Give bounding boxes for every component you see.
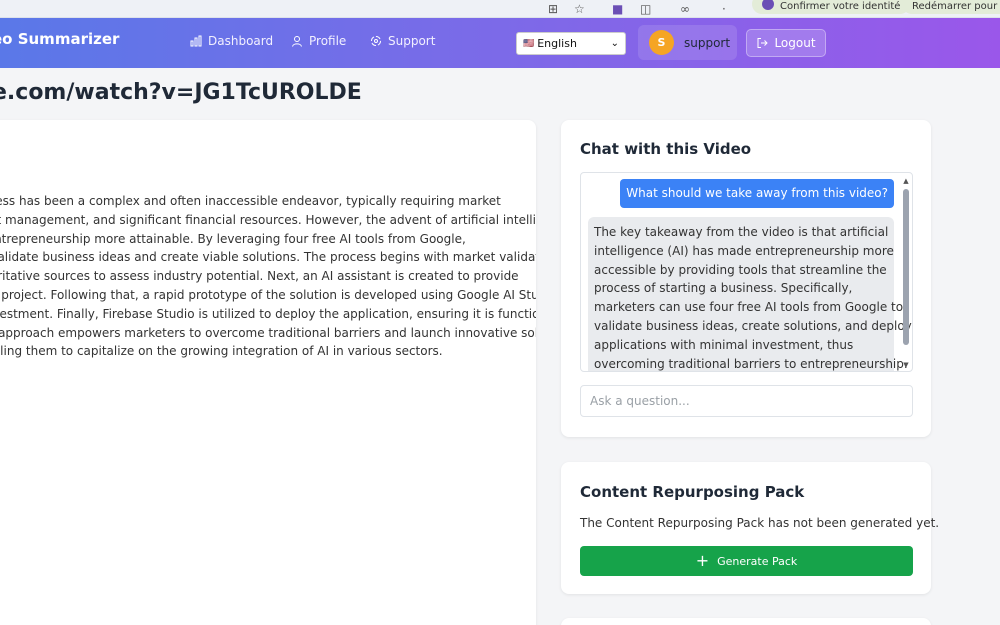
nav-support[interactable]: Support [370,34,435,48]
summary-line: data from authoritative sources to asses… [0,269,519,284]
user-name: support [684,35,731,50]
avatar: S [649,30,674,55]
scroll-thumb[interactable] [903,189,909,345]
scroll-down-icon[interactable]: ▼ [902,361,910,369]
summary-card: Starting a business has been a complex a… [0,120,536,625]
summary-line: guidance on the project. Following that,… [0,287,536,302]
nav-profile-label: Profile [309,34,347,48]
summary-line: accessible. This approach empowers marke… [0,325,536,340]
nav-dashboard[interactable]: Dashboard [190,34,273,48]
profile-dot-icon [762,0,774,10]
extension-puzzle-icon[interactable]: ◫ [640,1,651,17]
plus-icon: + [695,551,710,570]
bot-message: The key takeaway from the video is that … [588,217,912,371]
bot-message-line: intelligence (AI) has made entrepreneurs… [594,243,894,258]
logout-label: Logout [774,36,816,50]
chat-title: Chat with this Video [580,140,752,158]
summary-line: marketers can validate business ideas an… [0,250,536,265]
language-selected: English [537,37,577,50]
repurpose-card: Content Repurposing Pack The Content Rep… [561,462,939,594]
bot-message-line: process of starting a business. Specific… [594,281,853,296]
bot-message-line: applications with minimal investment, th… [594,337,854,352]
summary-line: (AI) is making entrepreneurship more att… [0,231,466,246]
repurpose-status: The Content Repurposing Pack has not bee… [580,516,940,530]
identity-pill[interactable]: Confirmer votre identité [752,0,911,14]
generate-pack-label: Generate Pack [717,554,798,568]
app-header: eo Summarizer Dashboard Profile Support [0,18,1000,68]
page-title: e.com/watch?v=JG1TcUROLDE [0,80,362,105]
us-flag-icon: 🇺🇸 [523,38,535,49]
summary-line: with minimal investment. Finally, Fireba… [0,306,536,321]
next-card [561,618,931,625]
logout-button[interactable]: Logout [746,29,826,57]
bot-message-line: marketers can use four free AI tools fro… [594,300,904,315]
glasses-icon[interactable]: ∞ [680,1,690,17]
identity-pill-label: Confirmer votre identité [780,1,901,12]
chevron-down-icon: ⌄ [610,38,619,49]
summary-line: effectively, enabling them to capitalize… [0,344,443,359]
bar-chart-icon [190,35,202,47]
bot-message-line: overcoming traditional barriers to entre… [594,356,908,371]
chat-card: Chat with this Video What should we take… [561,120,931,437]
user-icon [292,36,302,47]
nav-support-label: Support [388,34,436,48]
bot-message-line: accessible by providing tools that strea… [594,262,887,277]
ask-question-input[interactable] [580,385,913,417]
summary-line: research, project management, and signif… [0,212,536,227]
chat-scrollbar[interactable]: ▲ ▼ [902,177,910,369]
repurpose-title: Content Repurposing Pack [580,483,805,501]
user-message: What should we take away from this video… [620,179,894,208]
bot-message-line: validate business ideas, create solution… [594,318,912,333]
scroll-up-icon[interactable]: ▲ [902,177,910,185]
chat-messages[interactable]: What should we take away from this video… [580,172,913,372]
nav-profile[interactable]: Profile [291,34,346,48]
bot-message-line: The key takeaway from the video is that … [594,225,889,239]
browser-toolbar: ⊞ ☆ ■ ◫ ∞ · Confirmer votre identité Red… [0,0,1000,18]
generate-pack-button[interactable]: + Generate Pack [580,546,913,576]
nav-dashboard-label: Dashboard [208,34,274,48]
summary-text: Starting a business has been a complex a… [0,192,536,361]
menu-divider-icon: · [722,2,726,16]
language-select[interactable]: 🇺🇸 English ⌄ [516,32,626,55]
extension-icon[interactable]: ■ [612,1,623,17]
user-menu[interactable]: S support [638,25,737,60]
summary-line: Starting a business has been a complex a… [0,194,501,208]
bookmark-star-icon[interactable]: ☆ [574,1,585,17]
support-icon [371,36,381,46]
restart-pill[interactable]: Redémarrer pour m [902,0,1000,14]
restart-pill-label: Redémarrer pour m [912,1,1000,12]
logout-icon [757,38,769,48]
translate-icon[interactable]: ⊞ [548,1,558,17]
brand-title[interactable]: eo Summarizer [0,30,119,48]
